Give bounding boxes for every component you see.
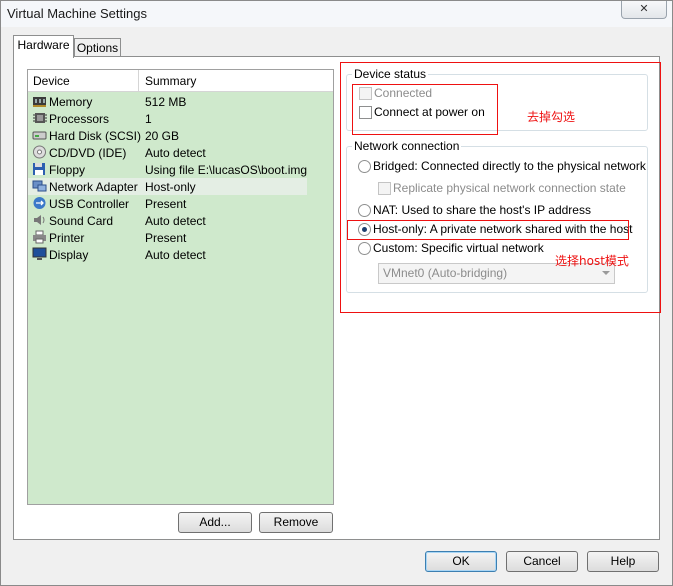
device-summary: Present [145, 231, 187, 245]
device-name: Sound Card [49, 214, 114, 228]
add-device-button[interactable]: Add... [178, 512, 252, 533]
annotation-box-host-only [347, 220, 629, 240]
ok-label: OK [452, 554, 470, 568]
device-list-header: Device Summary [28, 70, 333, 92]
vm-settings-window: Virtual Machine Settings ✕ Hardware Opti… [0, 0, 673, 586]
memory-icon [33, 97, 46, 107]
device-name: Display [49, 248, 89, 262]
device-row-display[interactable]: Display Auto detect [28, 246, 307, 263]
device-name: Processors [49, 112, 110, 126]
ok-button[interactable]: OK [425, 551, 497, 572]
device-summary: 20 GB [145, 129, 180, 143]
cancel-label: Cancel [523, 554, 561, 568]
device-summary: Using file E:\lucasOS\boot.img [145, 163, 308, 177]
tab-hardware[interactable]: Hardware [13, 35, 74, 58]
device-list[interactable]: Device Summary Memory 512 MB Processors … [27, 69, 334, 505]
add-device-label: Add... [199, 515, 231, 529]
title-bar[interactable]: Virtual Machine Settings ✕ [1, 1, 672, 27]
device-summary: Auto detect [145, 214, 206, 228]
device-summary: Auto detect [145, 146, 206, 160]
device-name: CD/DVD (IDE) [49, 146, 127, 160]
printer-icon [33, 230, 46, 244]
column-header-device[interactable]: Device [33, 74, 70, 88]
device-summary: Auto detect [145, 248, 206, 262]
processor-icon [33, 113, 47, 123]
tab-options-label: Options [76, 41, 119, 55]
device-row-sound-card[interactable]: Sound Card Auto detect [28, 212, 307, 229]
usb-icon [33, 197, 46, 209]
device-row-hard-disk[interactable]: Hard Disk (SCSI) 20 GB [28, 127, 307, 144]
device-name: USB Controller [49, 197, 130, 211]
device-row-processors[interactable]: Processors 1 [28, 110, 307, 127]
device-name: Floppy [49, 163, 86, 177]
annotation-host-mode-note: 选择host模式 [555, 254, 629, 268]
tab-options[interactable]: Options [74, 38, 121, 58]
tab-hardware-label: Hardware [17, 38, 70, 52]
device-row-floppy[interactable]: Floppy Using file E:\lucasOS\boot.img [28, 161, 307, 178]
device-summary: Present [145, 197, 187, 211]
device-name: Memory [49, 95, 93, 109]
column-header-summary[interactable]: Summary [145, 74, 196, 88]
cd-dvd-icon [33, 145, 46, 159]
device-name: Network Adapter [49, 180, 138, 194]
column-divider[interactable] [138, 70, 139, 91]
network-adapter-icon [32, 180, 47, 192]
hard-disk-icon [32, 131, 47, 140]
help-label: Help [610, 554, 636, 568]
device-name: Hard Disk (SCSI) [49, 129, 142, 143]
device-name: Printer [49, 231, 85, 245]
help-button[interactable]: Help [587, 551, 659, 572]
floppy-icon [33, 163, 45, 175]
device-row-printer[interactable]: Printer Present [28, 229, 307, 246]
hardware-panel: Device Summary Memory 512 MB Processors … [13, 56, 661, 540]
device-row-cd-dvd[interactable]: CD/DVD (IDE) Auto detect [28, 144, 307, 161]
remove-device-button[interactable]: Remove [259, 512, 333, 533]
device-row-memory[interactable]: Memory 512 MB [28, 93, 307, 110]
window-title: Virtual Machine Settings [7, 6, 147, 21]
speaker-icon [34, 215, 45, 225]
close-icon: ✕ [639, 3, 649, 15]
device-row-usb-controller[interactable]: USB Controller Present [28, 195, 307, 212]
device-row-network-adapter[interactable]: Network Adapter Host-only [28, 178, 307, 195]
annotation-box-device-status [352, 84, 498, 135]
annotation-uncheck-note: 去掉勾选 [527, 110, 576, 124]
monitor-icon [32, 247, 47, 260]
device-summary: 512 MB [145, 95, 187, 109]
remove-device-label: Remove [273, 515, 319, 529]
device-summary: 1 [145, 112, 152, 126]
close-button[interactable]: ✕ [621, 1, 667, 19]
device-summary: Host-only [145, 180, 196, 194]
cancel-button[interactable]: Cancel [506, 551, 578, 572]
